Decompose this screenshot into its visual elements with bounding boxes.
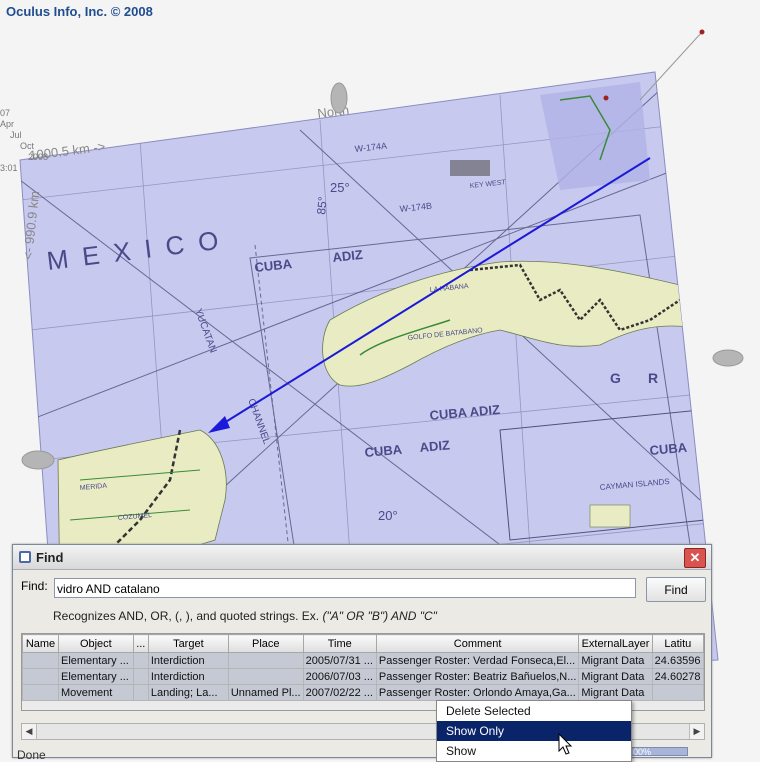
timeline-label: Jul [10,130,22,140]
table-cell: 24.63596 [651,652,704,669]
map-label-lat25: 25° [330,180,350,195]
table-cell [651,684,704,701]
table-cell: Movement [58,684,134,701]
map-handle-left [21,450,55,470]
copyright-text: Oculus Info, Inc. © 2008 [6,4,153,19]
menu-item-show-only[interactable]: Show Only [437,721,631,741]
mouse-cursor-icon [558,733,573,755]
column-header-comment[interactable]: Comment [375,634,580,653]
column-header-target[interactable]: Target [147,634,229,653]
table-cell: Elementary ... [58,668,134,685]
timeline-label: 07 [0,108,11,118]
table-cell [132,684,149,701]
window-icon [19,551,31,563]
table-row[interactable]: Elementary ... Interdiction 2005/07/31 .… [22,652,704,669]
table-cell: 24.60278 [651,668,704,685]
table-cell: Migrant Data [578,652,653,669]
map-label-r: R [648,370,658,386]
timeline-labels[interactable]: 07 Apr Jul Oct 2008 3:01 [0,108,48,174]
table-cell [22,652,59,669]
timeline-label: Apr [0,119,15,129]
column-header-place[interactable]: Place [227,634,304,653]
table-cell: 2005/07/31 ... [302,652,377,669]
map-handle-right [712,349,744,367]
table-cell [227,652,304,669]
find-button[interactable]: Find [646,577,706,602]
map-handle-top [330,82,348,114]
table-cell [132,668,149,685]
scroll-left-icon[interactable]: ◀ [22,724,37,739]
table-cell: 2007/02/22 ... [302,684,377,701]
search-hint: Recognizes AND, OR, (, ), and quoted str… [53,609,437,623]
map-label-lon85: 85° [314,196,330,216]
context-menu[interactable]: Delete Selected Show Only Show [436,700,632,762]
column-header-more[interactable]: ... [132,634,149,653]
find-dialog-titlebar[interactable]: Find ✕ [13,545,711,570]
scroll-right-icon[interactable]: ▶ [689,724,704,739]
timeline-label: 2008 [28,152,49,162]
map-label-adiz-2: ADIZ [419,437,451,455]
progress-bar: 00% [630,747,688,757]
table-cell: Migrant Data [578,684,653,701]
table-cell: 2006/07/03 ... [302,668,377,685]
find-input[interactable]: vidro AND catalano [54,578,636,598]
timeline-label: 3:01 [0,163,18,173]
map-label-lat20: 20° [378,508,398,523]
status-text: Done [17,748,46,762]
column-header-name[interactable]: Name [22,634,59,653]
table-cell: Migrant Data [578,668,653,685]
table-cell [132,652,149,669]
table-cell: Unnamed Pl... [227,684,304,701]
table-row[interactable]: Elementary ... Interdiction 2006/07/03 .… [22,668,704,685]
timeline-label: Oct [20,141,35,151]
table-cell [227,668,304,685]
table-cell [22,668,59,685]
column-header-external-layer[interactable]: ExternalLayer [578,634,653,653]
find-label: Find: [21,579,48,593]
table-cell: Interdiction [147,652,229,669]
table-cell: Passenger Roster: Orlondo Amaya,Ga... [375,684,580,701]
table-cell [22,684,59,701]
column-header-time[interactable]: Time [302,634,377,653]
menu-item-delete-selected[interactable]: Delete Selected [437,701,631,721]
table-cell: Passenger Roster: Verdad Fonseca,El... [375,652,580,669]
table-row[interactable]: Movement Landing; La... Unnamed Pl... 20… [22,684,704,701]
find-dialog-title: Find [36,549,64,565]
column-header-latitude[interactable]: Latitu [651,634,704,653]
table-cell: Elementary ... [58,652,134,669]
map-label-adiz-1: ADIZ [332,247,364,265]
map-label-lon80: 80° [699,476,715,496]
table-cell: Landing; La... [147,684,229,701]
table-cell: Passenger Roster: Beatriz Bañuelos,N... [375,668,580,685]
map-label-g: G [610,370,621,386]
table-cell: Interdiction [147,668,229,685]
menu-item-show[interactable]: Show [437,741,631,761]
column-header-object[interactable]: Object [58,634,134,653]
close-button[interactable]: ✕ [684,548,706,568]
